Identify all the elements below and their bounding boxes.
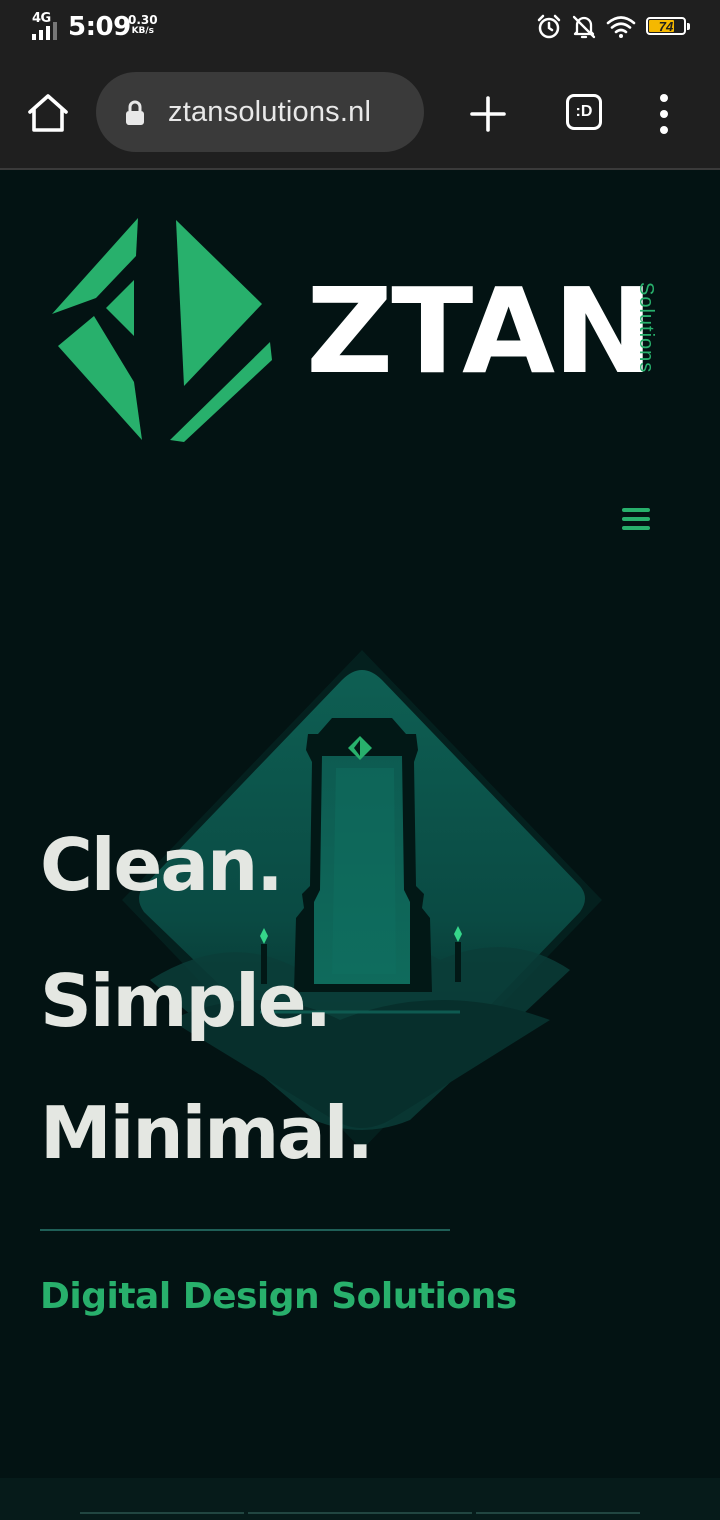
wifi-icon <box>606 16 636 38</box>
clock: 5:09 <box>68 12 131 42</box>
tagline: Digital Design Solutions <box>40 1276 517 1317</box>
lock-icon <box>126 100 144 125</box>
status-icons: 74 <box>536 14 690 40</box>
brand-name: ZTAN <box>306 262 654 400</box>
divider <box>40 1229 450 1231</box>
headline-line-2: Simple. <box>40 959 332 1043</box>
notifications-off-icon <box>572 15 596 39</box>
brand-sub: Solutions <box>635 282 657 374</box>
battery-icon: 74 <box>646 17 690 37</box>
headline-line-3: Minimal. <box>40 1091 374 1175</box>
address-bar[interactable]: ztansolutions.nl <box>96 72 424 152</box>
hamburger-icon[interactable] <box>622 504 652 534</box>
plus-icon[interactable] <box>464 90 512 138</box>
network-speed: 0.30 KB/s <box>128 14 158 36</box>
browser-toolbar: ztansolutions.nl :D <box>0 56 720 170</box>
tabs-icon[interactable]: :D <box>566 94 602 130</box>
url-text: ztansolutions.nl <box>168 96 372 128</box>
alarm-icon <box>537 14 561 39</box>
section-tab <box>248 1512 472 1520</box>
headline-line-1: Clean. <box>40 823 284 907</box>
ztan-logo-icon[interactable] <box>44 214 274 442</box>
more-vert-icon[interactable] <box>648 92 680 136</box>
next-section <box>0 1478 720 1520</box>
section-tab <box>476 1512 640 1520</box>
status-bar: 4G 5:09 0.30 KB/s 74 <box>0 0 720 56</box>
speed-value: 0.30 <box>128 13 158 27</box>
section-tab <box>80 1512 244 1520</box>
web-page: ZTAN Solutions Clean. Simple. Minimal. D… <box>0 170 720 1520</box>
signal-icon <box>32 22 57 40</box>
battery-level: 74 <box>658 19 674 34</box>
home-icon[interactable] <box>24 92 72 134</box>
speed-unit: KB/s <box>131 26 155 36</box>
